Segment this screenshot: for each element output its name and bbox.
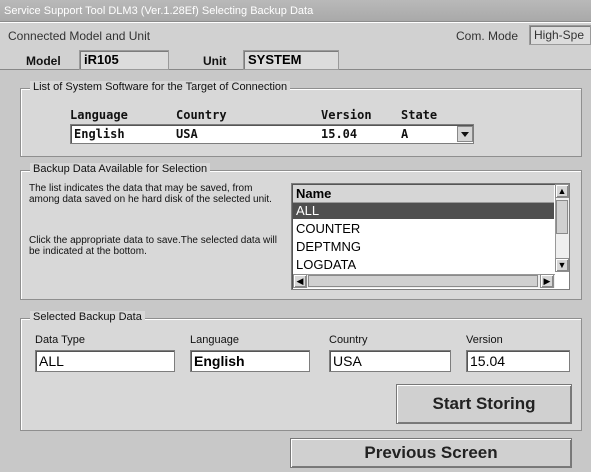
scroll-right-icon[interactable]: ▶: [540, 274, 554, 288]
start-storing-button[interactable]: Start Storing: [396, 384, 572, 424]
list-item-deptmng[interactable]: DEPTMNG: [293, 239, 554, 255]
connected-model-label: Connected Model and Unit: [8, 29, 151, 43]
backup-available-legend: Backup Data Available for Selection: [30, 163, 211, 175]
list-header: Name: [293, 185, 554, 203]
scroll-down-icon[interactable]: ▼: [555, 258, 569, 272]
scroll-thumb[interactable]: [556, 200, 568, 234]
software-country: USA: [176, 127, 198, 141]
software-state: A: [401, 127, 409, 141]
list-item-logdata[interactable]: LOGDATA: [293, 257, 554, 273]
com-mode-label: Com. Mode: [456, 29, 519, 43]
version-field: 15.04: [466, 350, 570, 372]
language-label: Language: [190, 334, 239, 346]
header-version: Version: [321, 108, 372, 122]
software-version: 15.04: [321, 127, 358, 141]
unit-value: SYSTEM: [243, 50, 339, 70]
system-software-group: [20, 88, 582, 157]
country-label: Country: [329, 334, 368, 346]
language-field: English: [190, 350, 310, 372]
model-label: Model: [26, 54, 61, 68]
dropdown-button[interactable]: [457, 126, 473, 142]
version-label: Version: [466, 334, 503, 346]
system-software-dropdown[interactable]: [70, 124, 474, 144]
window-title: Service Support Tool DLM3 (Ver.1.28Ef) S…: [4, 5, 314, 17]
window-titlebar: Service Support Tool DLM3 (Ver.1.28Ef) S…: [0, 0, 591, 22]
selected-backup-legend: Selected Backup Data: [30, 311, 145, 323]
chevron-down-icon: [461, 132, 469, 137]
country-field: USA: [329, 350, 451, 372]
scroll-up-icon[interactable]: ▲: [555, 184, 569, 198]
scroll-left-icon[interactable]: ◀: [293, 274, 307, 288]
software-language: English: [74, 127, 125, 141]
model-value: iR105: [79, 50, 169, 70]
previous-screen-button[interactable]: Previous Screen: [290, 438, 572, 468]
header-country: Country: [176, 108, 227, 122]
com-mode-value: High-Spe: [529, 25, 591, 45]
horizontal-scroll-thumb[interactable]: [308, 275, 538, 287]
header-state: State: [401, 108, 438, 122]
list-item-counter[interactable]: COUNTER: [293, 221, 554, 237]
data-type-field: ALL: [35, 350, 175, 372]
data-type-label: Data Type: [35, 334, 85, 346]
system-software-legend: List of System Software for the Target o…: [30, 81, 291, 93]
backup-description-2: Click the appropriate data to save.The s…: [29, 235, 277, 257]
backup-description-1: The list indicates the data that may be …: [29, 183, 272, 205]
header-language: Language: [70, 108, 128, 122]
list-item-all[interactable]: ALL: [293, 203, 554, 219]
connection-panel: Connected Model and Unit Com. Mode High-…: [0, 22, 591, 70]
unit-label: Unit: [203, 54, 227, 68]
